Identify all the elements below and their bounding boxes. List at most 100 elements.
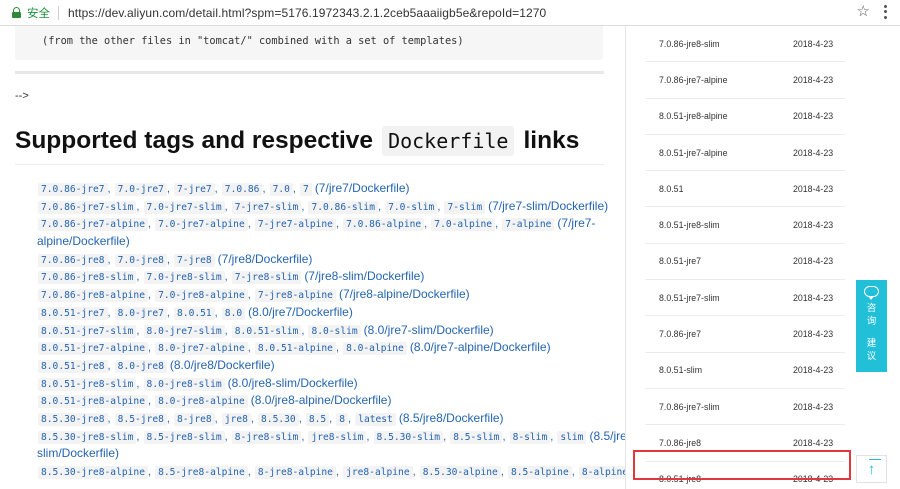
tag-code[interactable]: 7.0-jre8 <box>114 253 167 267</box>
tag-code[interactable]: 8.0.51-slim <box>231 324 302 338</box>
browser-menu-icon[interactable] <box>880 4 890 20</box>
back-to-top-button[interactable]: ↑ <box>856 455 887 483</box>
tag-code[interactable]: 8.0-jre8-alpine <box>155 395 248 409</box>
dockerfile-link[interactable]: (8.0/jre7-slim/Dockerfile) <box>364 323 494 337</box>
url-text[interactable]: https://dev.aliyun.com/detail.html?spm=5… <box>68 6 546 20</box>
tag-code[interactable]: 8.0-jre8-slim <box>143 377 225 391</box>
sidebar-tag-row[interactable]: 7.0.86-jre7-slim 2018-4-23 <box>645 389 845 426</box>
tag-code[interactable]: 8-alpine <box>578 466 625 479</box>
tag-code[interactable]: 8.5.30-jre8-slim <box>38 430 137 444</box>
tag-code[interactable]: 8.0.51-jre8 <box>38 359 108 373</box>
sidebar-tag-row[interactable]: 8.0.51-slim 2018-4-23 <box>645 353 845 389</box>
tag-code[interactable]: 7 <box>300 183 312 196</box>
tag-code[interactable]: 8.5.30-slim <box>373 430 444 444</box>
tag-code[interactable]: 8-jre8 <box>174 412 215 426</box>
tag-code[interactable]: 8.5-jre8 <box>114 412 167 426</box>
tag-code[interactable]: 8.0.51 <box>174 306 215 320</box>
tag-code[interactable]: 8.0.51-jre7 <box>38 306 108 320</box>
dockerfile-link-continued[interactable]: alpine/Dockerfile) <box>37 233 604 251</box>
tag-code[interactable]: 7.0-jre8-alpine <box>155 289 248 303</box>
tag-code[interactable]: 7.0.86-alpine <box>343 218 425 232</box>
dockerfile-link[interactable]: (7/jre7/Dockerfile) <box>315 181 410 195</box>
tag-code[interactable]: 8.5.30-jre8-alpine <box>38 466 148 479</box>
tag-code[interactable]: 7-jre7-slim <box>231 200 302 214</box>
tag-code[interactable]: 7.0.86-jre8-slim <box>38 271 137 285</box>
tag-code[interactable]: 8 <box>336 412 349 426</box>
tag-code[interactable]: 8.0-slim <box>308 324 361 338</box>
dockerfile-link[interactable]: (7/jre8-alpine/Dockerfile) <box>339 287 470 301</box>
tag-code[interactable]: 7.0-alpine <box>431 218 496 232</box>
sidebar-tag-row[interactable]: 8.0.51-jre8-slim 2018-4-23 <box>645 207 845 244</box>
tag-code[interactable]: jre8 <box>221 412 251 426</box>
tag-code[interactable]: 8.0-jre8 <box>114 359 167 373</box>
tag-code[interactable]: 8.5-jre8-alpine <box>155 466 248 479</box>
tag-code[interactable]: 8.0.51-jre8-alpine <box>38 395 148 409</box>
tag-code[interactable]: latest <box>355 412 396 426</box>
dockerfile-link[interactable]: (8.0/jre8/Dockerfile) <box>170 358 275 372</box>
tag-code[interactable]: 7.0.86-jre8-alpine <box>38 289 148 303</box>
tag-code[interactable]: 7-jre7 <box>174 183 215 196</box>
sidebar-tag-row[interactable]: 8.0.51-jre7-slim 2018-4-23 <box>645 280 845 317</box>
tag-code[interactable]: 7.0.86-jre7-alpine <box>38 218 148 232</box>
tag-code[interactable]: 8.5-alpine <box>507 466 572 479</box>
tag-code[interactable]: 7.0-jre7 <box>114 183 167 196</box>
tag-code[interactable]: jre8-alpine <box>343 466 413 479</box>
sidebar-tag-row[interactable]: 8.0.51 2018-4-23 <box>645 171 845 208</box>
tag-code[interactable]: 8-jre8-alpine <box>254 466 336 479</box>
sidebar-tag-row[interactable]: 8.0.51-jre8-alpine 2018-4-23 <box>645 99 845 135</box>
tag-code[interactable]: 7.0.86 <box>221 183 263 196</box>
tag-code[interactable]: slim <box>557 430 587 444</box>
tag-code[interactable]: 8.0-jre7-alpine <box>155 342 248 356</box>
dockerfile-link[interactable]: (8.5/jre8/Dockerfile) <box>399 411 504 425</box>
tag-code[interactable]: 7-slim <box>444 200 486 214</box>
dockerfile-link[interactable]: (7/jre7-slim/Dockerfile) <box>488 199 608 213</box>
bookmark-star-icon[interactable]: ☆ <box>857 4 870 20</box>
tag-code[interactable]: 8.0.51-jre7-slim <box>38 324 137 338</box>
dockerfile-link[interactable]: (8.0/jre8-alpine/Dockerfile) <box>251 393 392 407</box>
tag-code[interactable]: 7.0.86-slim <box>308 200 378 214</box>
sidebar-tag-row[interactable]: 8.0.51-jre7-alpine 2018-4-23 <box>645 135 845 172</box>
tag-code[interactable]: 7.0.86-jre7-slim <box>38 200 137 214</box>
sidebar-tag-row[interactable]: 7.0.86-jre8-slim 2018-4-23 <box>645 26 845 63</box>
tag-code[interactable]: 8-slim <box>509 430 551 444</box>
tag-code[interactable]: 8.5.30-jre8 <box>38 412 108 426</box>
tag-code[interactable]: 7.0.86-jre8 <box>38 253 108 267</box>
tag-code[interactable]: 8.0 <box>221 306 246 320</box>
tag-code[interactable]: 8.5-slim <box>450 430 503 444</box>
tag-code[interactable]: 8.0.51-alpine <box>254 342 336 356</box>
tag-code[interactable]: 8.0.51-jre8-slim <box>38 377 137 391</box>
dockerfile-link[interactable]: (8.0/jre8-slim/Dockerfile) <box>228 376 358 390</box>
tag-code[interactable]: 8.0-jre7 <box>114 306 167 320</box>
tag-code[interactable]: 7-jre8-slim <box>231 271 302 285</box>
tag-code[interactable]: 8.5.30 <box>258 412 299 426</box>
dockerfile-link[interactable]: (7/jre8/Dockerfile) <box>218 252 313 266</box>
tag-code[interactable]: 8.5-jre8-slim <box>143 430 225 444</box>
tag-code[interactable]: 7.0-slim <box>385 200 438 214</box>
tag-code[interactable]: 7.0 <box>269 183 293 196</box>
tag-code[interactable]: 7.0.86-jre7 <box>38 183 108 196</box>
tag-code[interactable]: 7.0-jre7-slim <box>143 200 225 214</box>
tag-code[interactable]: 8.5 <box>305 412 330 426</box>
tag-code[interactable]: jre8-slim <box>308 430 367 444</box>
sidebar-tag-row[interactable]: 8.0.51-jre7 2018-4-23 <box>645 244 845 281</box>
dockerfile-link[interactable]: (7/jre7- <box>557 216 595 230</box>
tag-code[interactable]: 8-jre8-slim <box>231 430 302 444</box>
tag-code[interactable]: 7-jre8 <box>174 253 215 267</box>
tag-code[interactable]: 7-jre8-alpine <box>254 289 336 303</box>
dockerfile-link[interactable]: (8.0/jre7/Dockerfile) <box>248 305 353 319</box>
tag-code[interactable]: 7-jre7-alpine <box>254 218 336 232</box>
dockerfile-link[interactable]: (7/jre8-slim/Dockerfile) <box>304 269 424 283</box>
dockerfile-link[interactable]: (8.0/jre7-alpine/Dockerfile) <box>410 340 551 354</box>
tag-code[interactable]: 7.0-jre8-slim <box>143 271 225 285</box>
address-bar[interactable]: 安全 https://dev.aliyun.com/detail.html?sp… <box>0 0 900 26</box>
dockerfile-link-continued[interactable]: slim/Dockerfile) <box>37 445 604 463</box>
sidebar-tag-row[interactable]: 7.0.86-jre7 2018-4-23 <box>645 316 845 353</box>
sidebar-tag-row[interactable]: 7.0.86-jre7-alpine 2018-4-23 <box>645 62 845 99</box>
consult-widget[interactable]: 咨询建议 <box>856 280 887 372</box>
tag-code[interactable]: 8.0.51-jre7-alpine <box>38 342 148 356</box>
dockerfile-link[interactable]: (8.5/jre8- <box>589 429 625 443</box>
tag-code[interactable]: 7.0-jre7-alpine <box>155 218 248 232</box>
tag-code[interactable]: 8.0-jre7-slim <box>143 324 225 338</box>
tag-code[interactable]: 8.5.30-alpine <box>419 466 501 479</box>
tag-code[interactable]: 7-alpine <box>502 218 555 232</box>
